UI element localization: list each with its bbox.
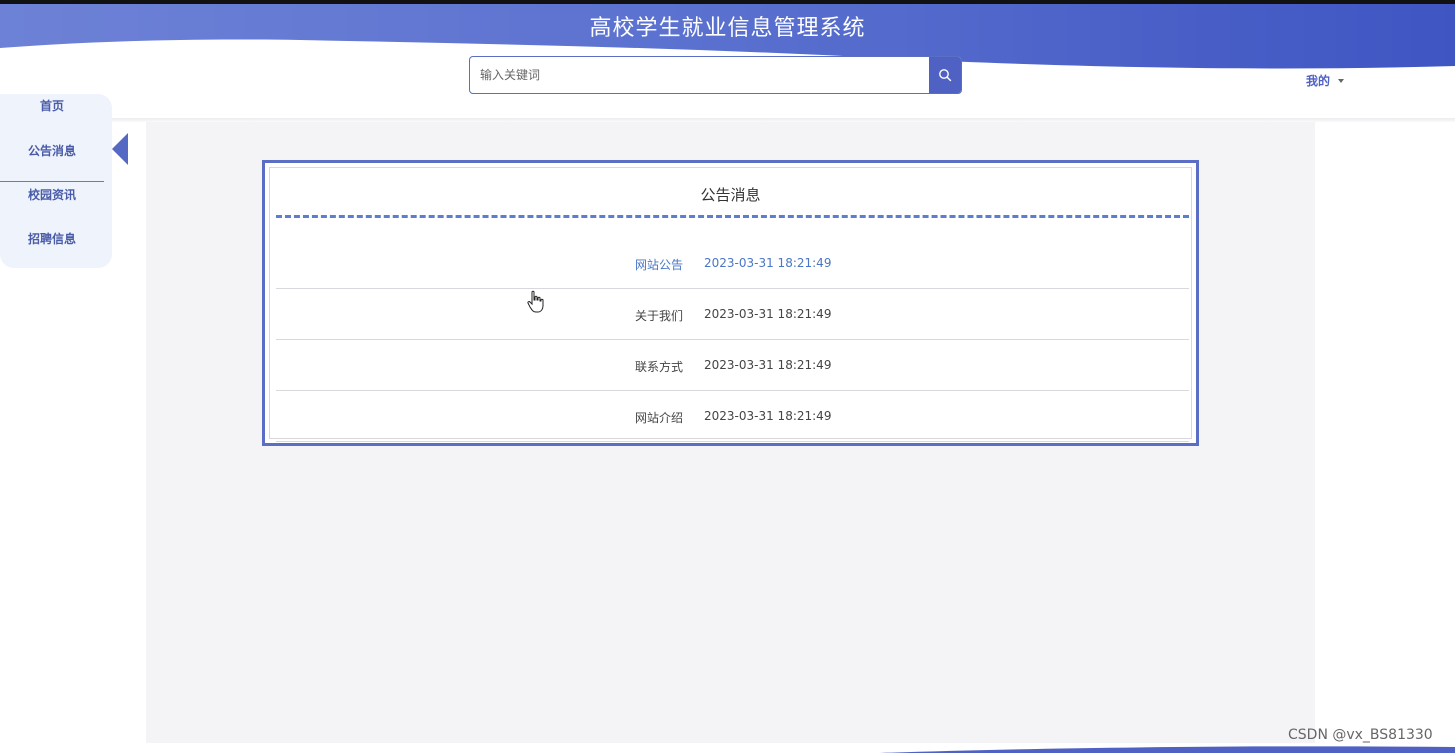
announcement-title: 联系方式 xyxy=(634,360,683,374)
page: 高校学生就业信息管理系统 我的 首页 公告消息 校园资讯 招聘信息 公告消息 网… xyxy=(0,0,1455,753)
search-bar xyxy=(469,56,962,94)
caret-down-icon xyxy=(1338,78,1345,83)
active-indicator-line xyxy=(0,181,104,182)
announcement-date: 2023-03-31 18:21:49 xyxy=(704,307,832,321)
sidebar-item-home[interactable]: 首页 xyxy=(0,97,104,114)
watermark-text: CSDN @vx_BS81330 xyxy=(1288,727,1433,743)
announcement-title: 网站公告 xyxy=(634,258,683,272)
announcement-panel-inner: 公告消息 网站公告 2023-03-31 18:21:49 关于我们 2023-… xyxy=(269,167,1192,442)
sidebar-item-announcements[interactable]: 公告消息 xyxy=(0,142,104,159)
hand-pointer-cursor-icon xyxy=(527,290,544,313)
site-title: 高校学生就业信息管理系统 xyxy=(589,16,866,41)
sidebar-item-campus-news[interactable]: 校园资讯 xyxy=(0,186,104,203)
user-menu-label: 我的 xyxy=(1306,74,1331,88)
dashed-divider xyxy=(276,215,1189,218)
announcement-date: 2023-03-31 18:21:49 xyxy=(704,358,832,372)
announcement-row[interactable]: 联系方式 2023-03-31 18:21:49 xyxy=(276,340,1189,391)
announcement-row[interactable]: 关于我们 2023-03-31 18:21:49 xyxy=(276,289,1189,340)
panel-title: 公告消息 xyxy=(700,186,761,204)
announcement-title: 关于我们 xyxy=(634,309,683,323)
announcement-title: 网站介绍 xyxy=(634,411,683,425)
announcement-date: 2023-03-31 18:21:49 xyxy=(704,256,832,270)
announcement-row[interactable]: 网站公告 2023-03-31 18:21:49 xyxy=(276,238,1189,289)
search-input[interactable] xyxy=(470,57,930,93)
search-icon xyxy=(939,69,952,82)
active-arrow-indicator xyxy=(112,133,128,165)
sidebar-item-recruitment[interactable]: 招聘信息 xyxy=(0,230,104,247)
search-button[interactable] xyxy=(929,57,961,93)
sidebar-nav: 首页 公告消息 校园资讯 招聘信息 xyxy=(0,94,112,268)
announcement-panel: 公告消息 网站公告 2023-03-31 18:21:49 关于我们 2023-… xyxy=(262,160,1199,446)
footer-wave xyxy=(880,746,1455,753)
announcement-date: 2023-03-31 18:21:49 xyxy=(704,409,832,423)
announcement-row[interactable]: 网站介绍 2023-03-31 18:21:49 xyxy=(276,391,1189,442)
user-menu-dropdown[interactable]: 我的 xyxy=(1306,72,1345,89)
